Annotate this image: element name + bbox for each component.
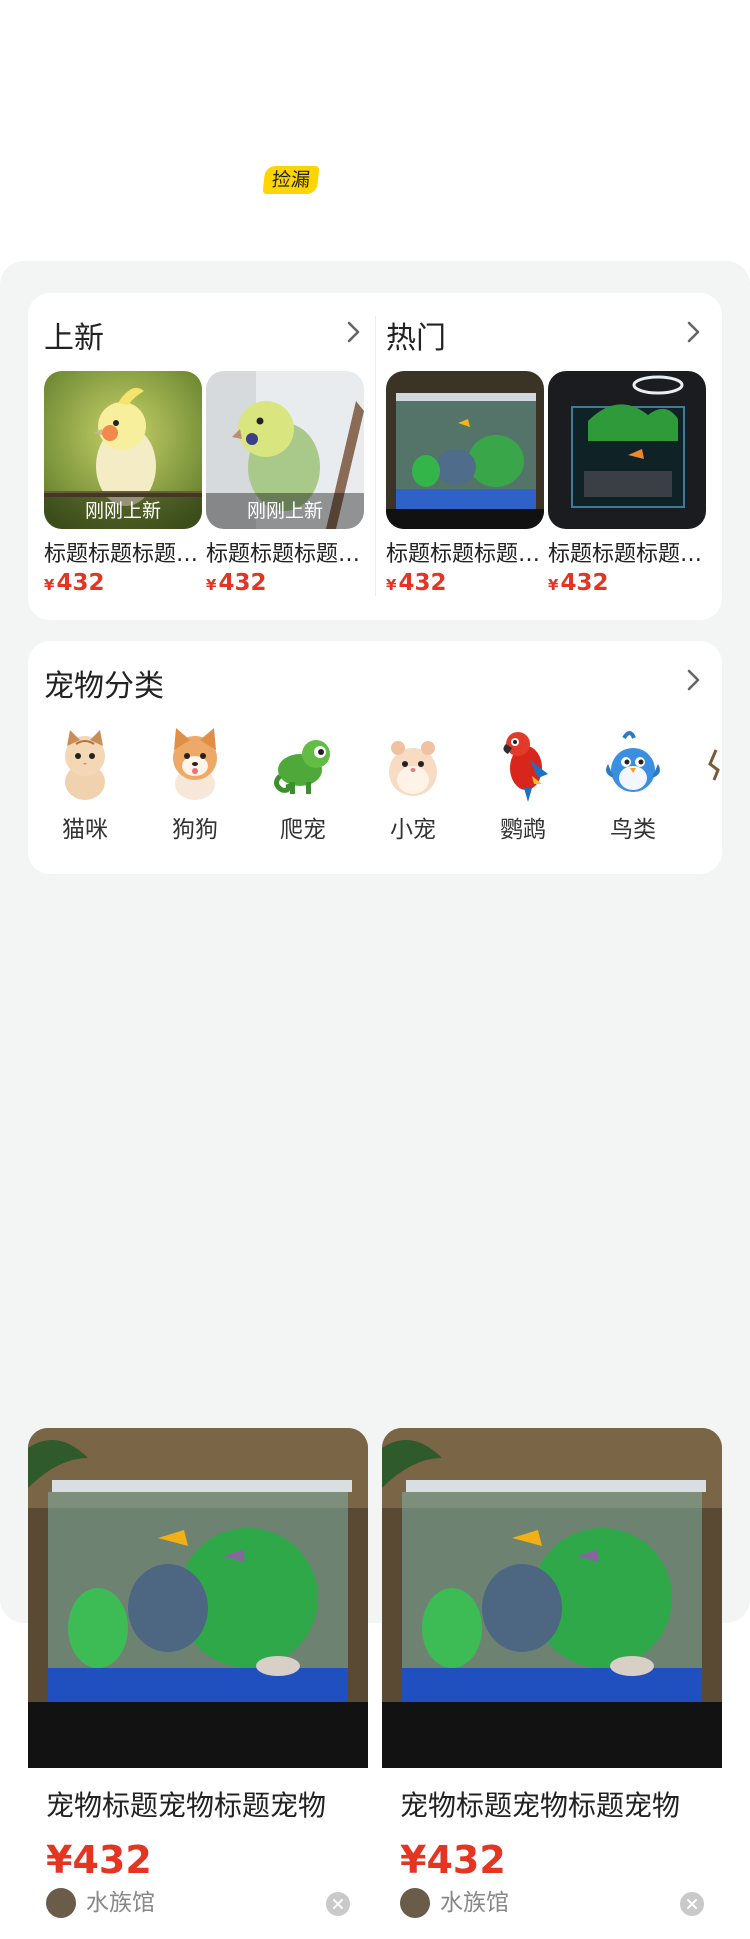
hot-item-price: ¥432 <box>386 570 447 596</box>
shop-name[interactable]: 水族馆 <box>440 1888 509 1918</box>
feed-image[interactable] <box>28 1428 368 1768</box>
shop-avatar[interactable] <box>46 1888 76 1918</box>
feed-price: ¥432 <box>46 1838 152 1882</box>
category-reptile[interactable]: 爬宠 <box>258 724 348 844</box>
category-cat[interactable]: 猫咪 <box>40 724 130 844</box>
category-small-pet[interactable]: 小宠 <box>368 724 458 844</box>
next-category-peek <box>706 744 722 784</box>
category-dog[interactable]: 狗狗 <box>150 724 240 844</box>
feed-image[interactable] <box>382 1428 722 1768</box>
category-section-title[interactable]: 宠物分类 <box>44 661 164 705</box>
new-item-title[interactable]: 标题标题标题标题 <box>206 536 366 568</box>
new-badge: 刚刚上新 <box>44 493 202 529</box>
hot-item-image[interactable] <box>386 371 544 529</box>
category-parrot[interactable]: 鹦鹉 <box>478 724 568 844</box>
section-divider <box>375 316 376 596</box>
new-item-title[interactable]: 标题标题标题标题 <box>44 536 204 568</box>
new-item-image[interactable]: 刚刚上新 <box>44 371 202 529</box>
category-bird[interactable]: 鸟类 <box>588 724 678 844</box>
new-badge: 刚刚上新 <box>206 493 364 529</box>
hot-item-title[interactable]: 标题标题标题标题 <box>386 536 546 568</box>
jianlou-tag[interactable]: 捡漏 <box>262 166 320 194</box>
feed-title[interactable]: 宠物标题宠物标题宠物 <box>46 1784 356 1824</box>
close-icon[interactable] <box>680 1892 704 1916</box>
new-item-image[interactable]: 刚刚上新 <box>206 371 364 529</box>
bird-icon <box>598 724 668 804</box>
feed-card[interactable]: 宠物标题宠物标题宠物 ¥432 水族馆 <box>382 1428 722 1939</box>
new-section-chevron-icon[interactable] <box>340 319 366 345</box>
hot-section-chevron-icon[interactable] <box>680 319 706 345</box>
parrot-icon <box>488 724 558 804</box>
shop-name[interactable]: 水族馆 <box>86 1888 155 1918</box>
cat-icon <box>50 724 120 804</box>
hot-item-title[interactable]: 标题标题标题标题 <box>548 536 708 568</box>
shop-avatar[interactable] <box>400 1888 430 1918</box>
chameleon-icon <box>268 724 338 804</box>
feed-price: ¥432 <box>400 1838 506 1882</box>
hamster-icon <box>378 724 448 804</box>
close-icon[interactable] <box>326 1892 350 1916</box>
new-item-price: ¥432 <box>206 570 267 596</box>
hot-section-title[interactable]: 热门 <box>386 313 446 357</box>
feed-card[interactable]: 宠物标题宠物标题宠物 ¥432 水族馆 <box>28 1428 368 1939</box>
new-item-price: ¥432 <box>44 570 105 596</box>
category-chevron-icon[interactable] <box>680 667 706 693</box>
new-section-title[interactable]: 上新 <box>44 313 104 357</box>
hot-item-price: ¥432 <box>548 570 609 596</box>
feed-title[interactable]: 宠物标题宠物标题宠物 <box>400 1784 710 1824</box>
hot-item-image[interactable] <box>548 371 706 529</box>
dog-icon <box>160 724 230 804</box>
